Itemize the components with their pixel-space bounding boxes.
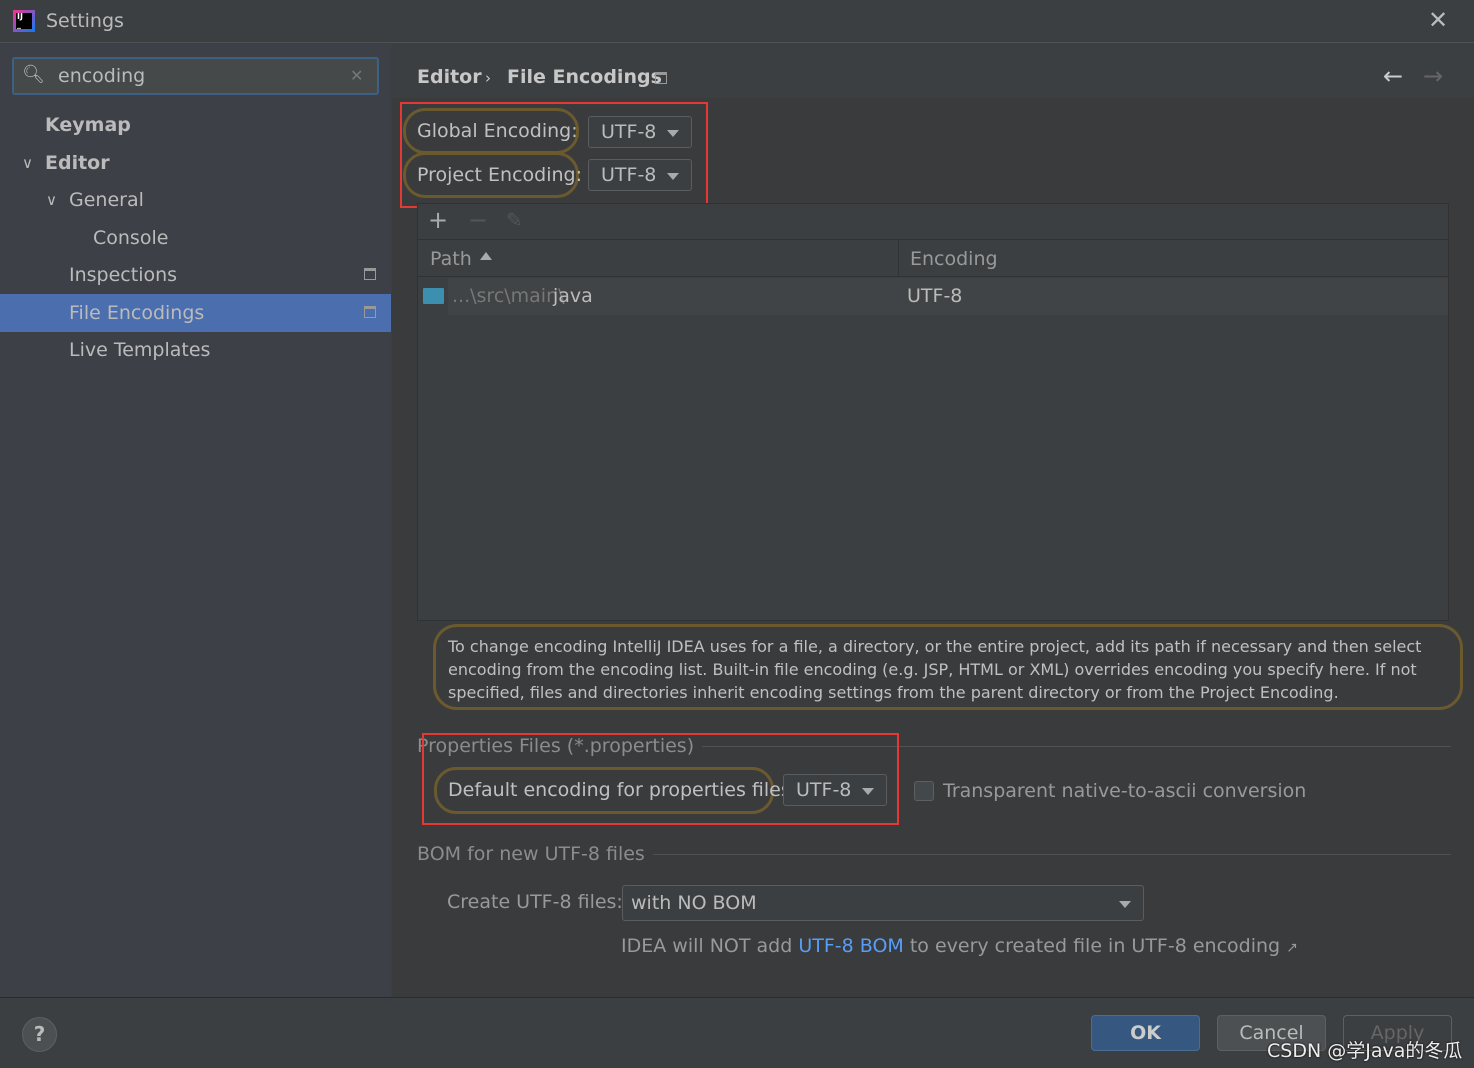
sidebar-item-live-templates[interactable]: Live Templates bbox=[0, 331, 391, 369]
column-divider bbox=[898, 240, 899, 277]
sidebar-item-editor[interactable]: ∨ Editor bbox=[0, 144, 391, 182]
edit-icon[interactable]: ✎ bbox=[506, 208, 523, 232]
sidebar-item-label: General bbox=[69, 189, 144, 211]
bom-note-text: to every created file in UTF-8 encoding bbox=[903, 935, 1281, 957]
path-last: java bbox=[553, 285, 593, 307]
watermark: CSDN @学Java的冬瓜 bbox=[1267, 1040, 1463, 1062]
title-bar bbox=[0, 0, 1474, 43]
sidebar-item-label: Live Templates bbox=[69, 339, 211, 361]
chevron-down-icon[interactable]: ∨ bbox=[22, 144, 33, 182]
table-row[interactable]: ...\src\main\ java UTF-8 bbox=[448, 278, 1448, 315]
forward-arrow-icon[interactable]: → bbox=[1423, 62, 1443, 90]
project-settings-icon bbox=[655, 72, 667, 84]
back-arrow-icon[interactable]: ← bbox=[1383, 62, 1403, 90]
help-button[interactable]: ? bbox=[22, 1017, 57, 1052]
row-encoding[interactable]: UTF-8 bbox=[907, 285, 962, 307]
native-to-ascii-checkbox[interactable] bbox=[914, 781, 934, 801]
path-prefix: ...\src\main\ bbox=[452, 285, 565, 307]
bom-note: IDEA will NOT add UTF-8 BOM to every cre… bbox=[621, 935, 1298, 957]
sidebar-item-label: Keymap bbox=[45, 114, 131, 136]
search-input[interactable]: 🔍︎ encoding ✕ bbox=[12, 57, 379, 95]
project-settings-icon bbox=[364, 306, 376, 318]
column-header-path[interactable]: Path bbox=[430, 248, 472, 270]
hint-text: To change encoding IntelliJ IDEA uses fo… bbox=[433, 624, 1463, 710]
sidebar-item-label: Inspections bbox=[69, 264, 178, 286]
select-value: with NO BOM bbox=[631, 892, 757, 914]
sidebar-item-label: Editor bbox=[45, 152, 110, 174]
table-header: Path Encoding bbox=[418, 240, 1448, 277]
external-link-icon: ↗ bbox=[1286, 940, 1298, 956]
add-icon[interactable]: + bbox=[428, 206, 448, 234]
red-highlight-box bbox=[400, 102, 708, 208]
folder-icon bbox=[423, 288, 444, 304]
sidebar-item-inspections[interactable]: Inspections bbox=[0, 256, 391, 294]
project-settings-icon bbox=[364, 268, 376, 280]
clear-search-icon[interactable]: ✕ bbox=[350, 66, 363, 85]
create-utf8-label: Create UTF-8 files: bbox=[447, 891, 623, 913]
bom-select[interactable]: with NO BOM bbox=[622, 885, 1144, 921]
intellij-logo-icon: IJ _ bbox=[13, 10, 35, 32]
sort-ascending-icon bbox=[480, 252, 492, 260]
ok-button[interactable]: OK bbox=[1091, 1015, 1200, 1051]
breadcrumb-separator: › bbox=[485, 69, 491, 87]
red-highlight-box bbox=[422, 733, 899, 825]
search-icon: 🔍︎ bbox=[22, 64, 45, 85]
bom-note-text: IDEA will NOT add bbox=[621, 935, 799, 957]
column-header-encoding[interactable]: Encoding bbox=[910, 248, 998, 270]
chevron-down-icon[interactable]: ∨ bbox=[46, 181, 57, 219]
sidebar-item-console[interactable]: Console bbox=[0, 219, 391, 257]
table-toolbar: + − ✎ bbox=[418, 204, 1448, 240]
close-icon[interactable]: ✕ bbox=[1428, 6, 1448, 34]
sidebar-item-label: Console bbox=[93, 227, 169, 249]
sidebar-item-keymap[interactable]: Keymap bbox=[0, 106, 391, 144]
native-to-ascii-label: Transparent native-to-ascii conversion bbox=[943, 780, 1307, 802]
sidebar-item-file-encodings[interactable]: File Encodings bbox=[0, 294, 391, 332]
remove-icon[interactable]: − bbox=[468, 206, 488, 234]
utf8-bom-link[interactable]: UTF-8 BOM bbox=[798, 935, 903, 957]
bom-section-title: BOM for new UTF-8 files bbox=[417, 843, 653, 865]
search-value: encoding bbox=[58, 65, 146, 87]
sidebar-item-label: File Encodings bbox=[69, 302, 205, 324]
dropdown-arrow-icon bbox=[1119, 901, 1131, 908]
window-title: Settings bbox=[46, 10, 124, 32]
breadcrumb-parent[interactable]: Editor bbox=[417, 66, 482, 88]
breadcrumb-current: File Encodings bbox=[507, 66, 662, 88]
sidebar-item-general[interactable]: ∨ General bbox=[0, 181, 391, 219]
